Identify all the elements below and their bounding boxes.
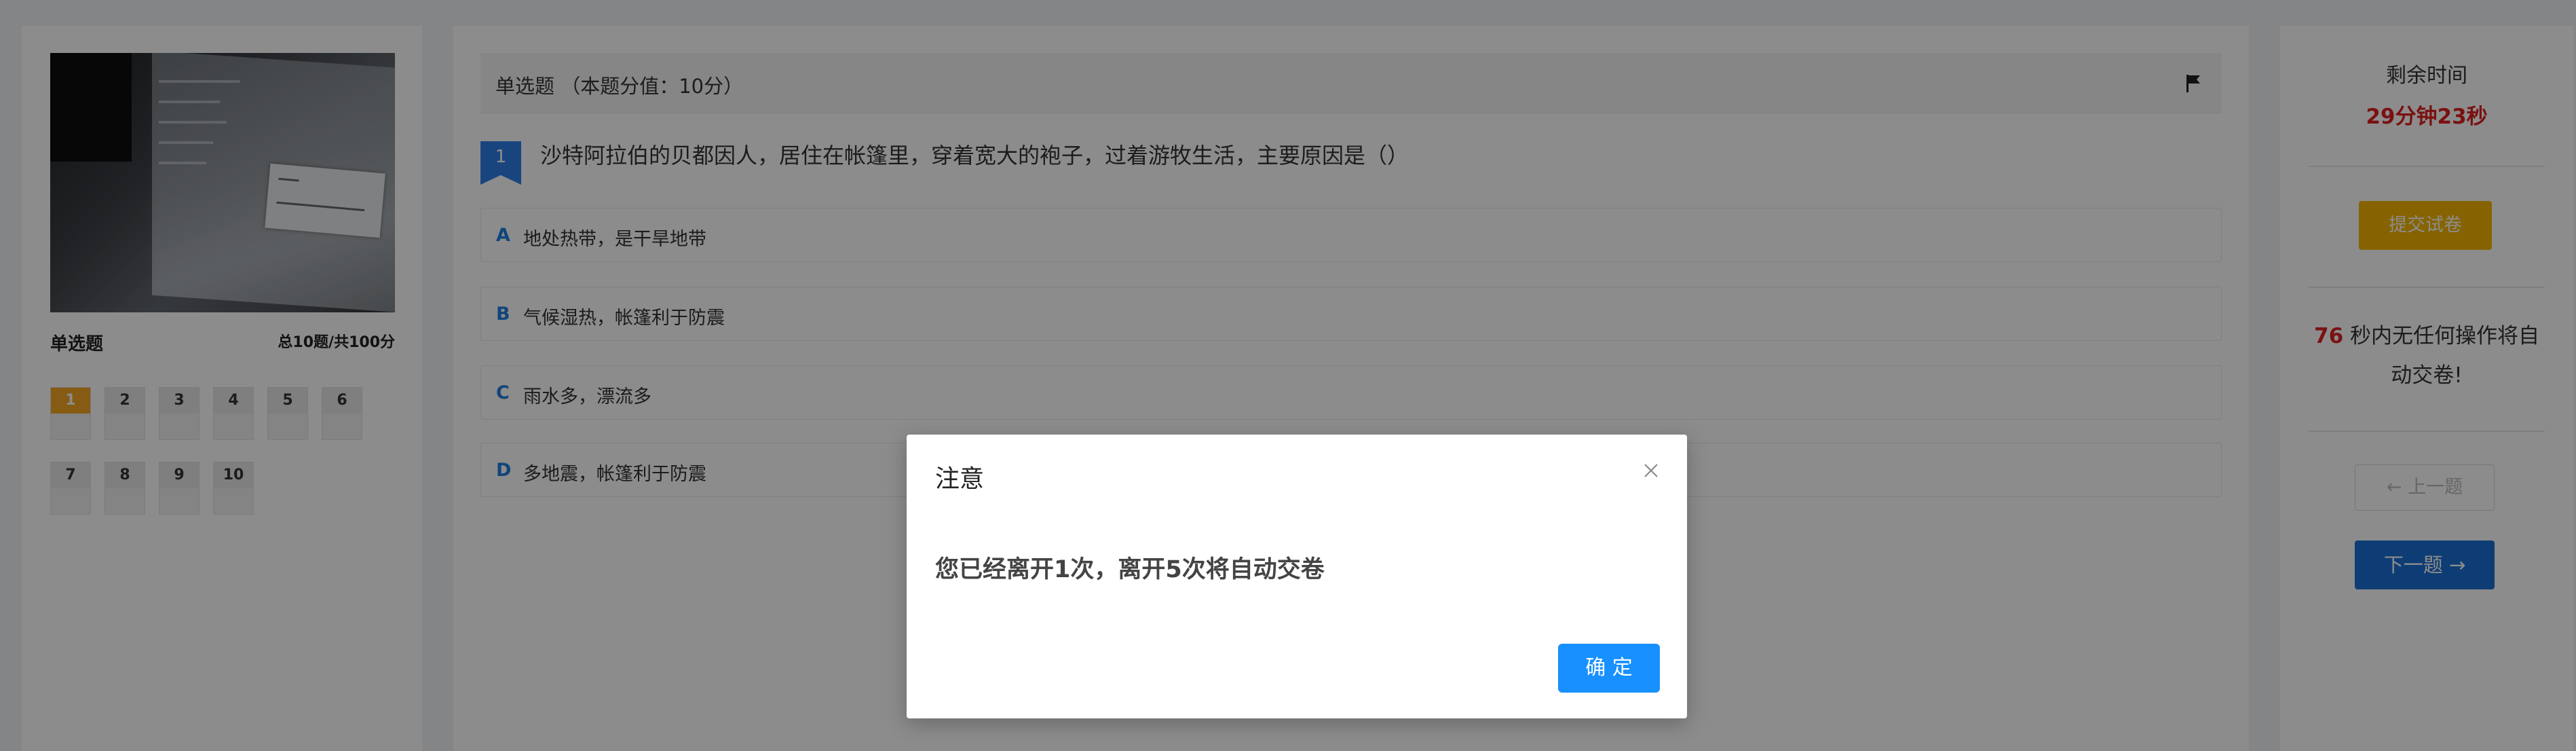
alert-dialog: 注意 您已经离开1次，离开5次将自动交卷 确 定 [907, 435, 1687, 718]
close-icon[interactable] [1642, 462, 1660, 479]
dialog-message: 您已经离开1次，离开5次将自动交卷 [935, 556, 1325, 583]
confirm-button[interactable]: 确 定 [1558, 644, 1660, 693]
dialog-title: 注意 [935, 465, 985, 493]
